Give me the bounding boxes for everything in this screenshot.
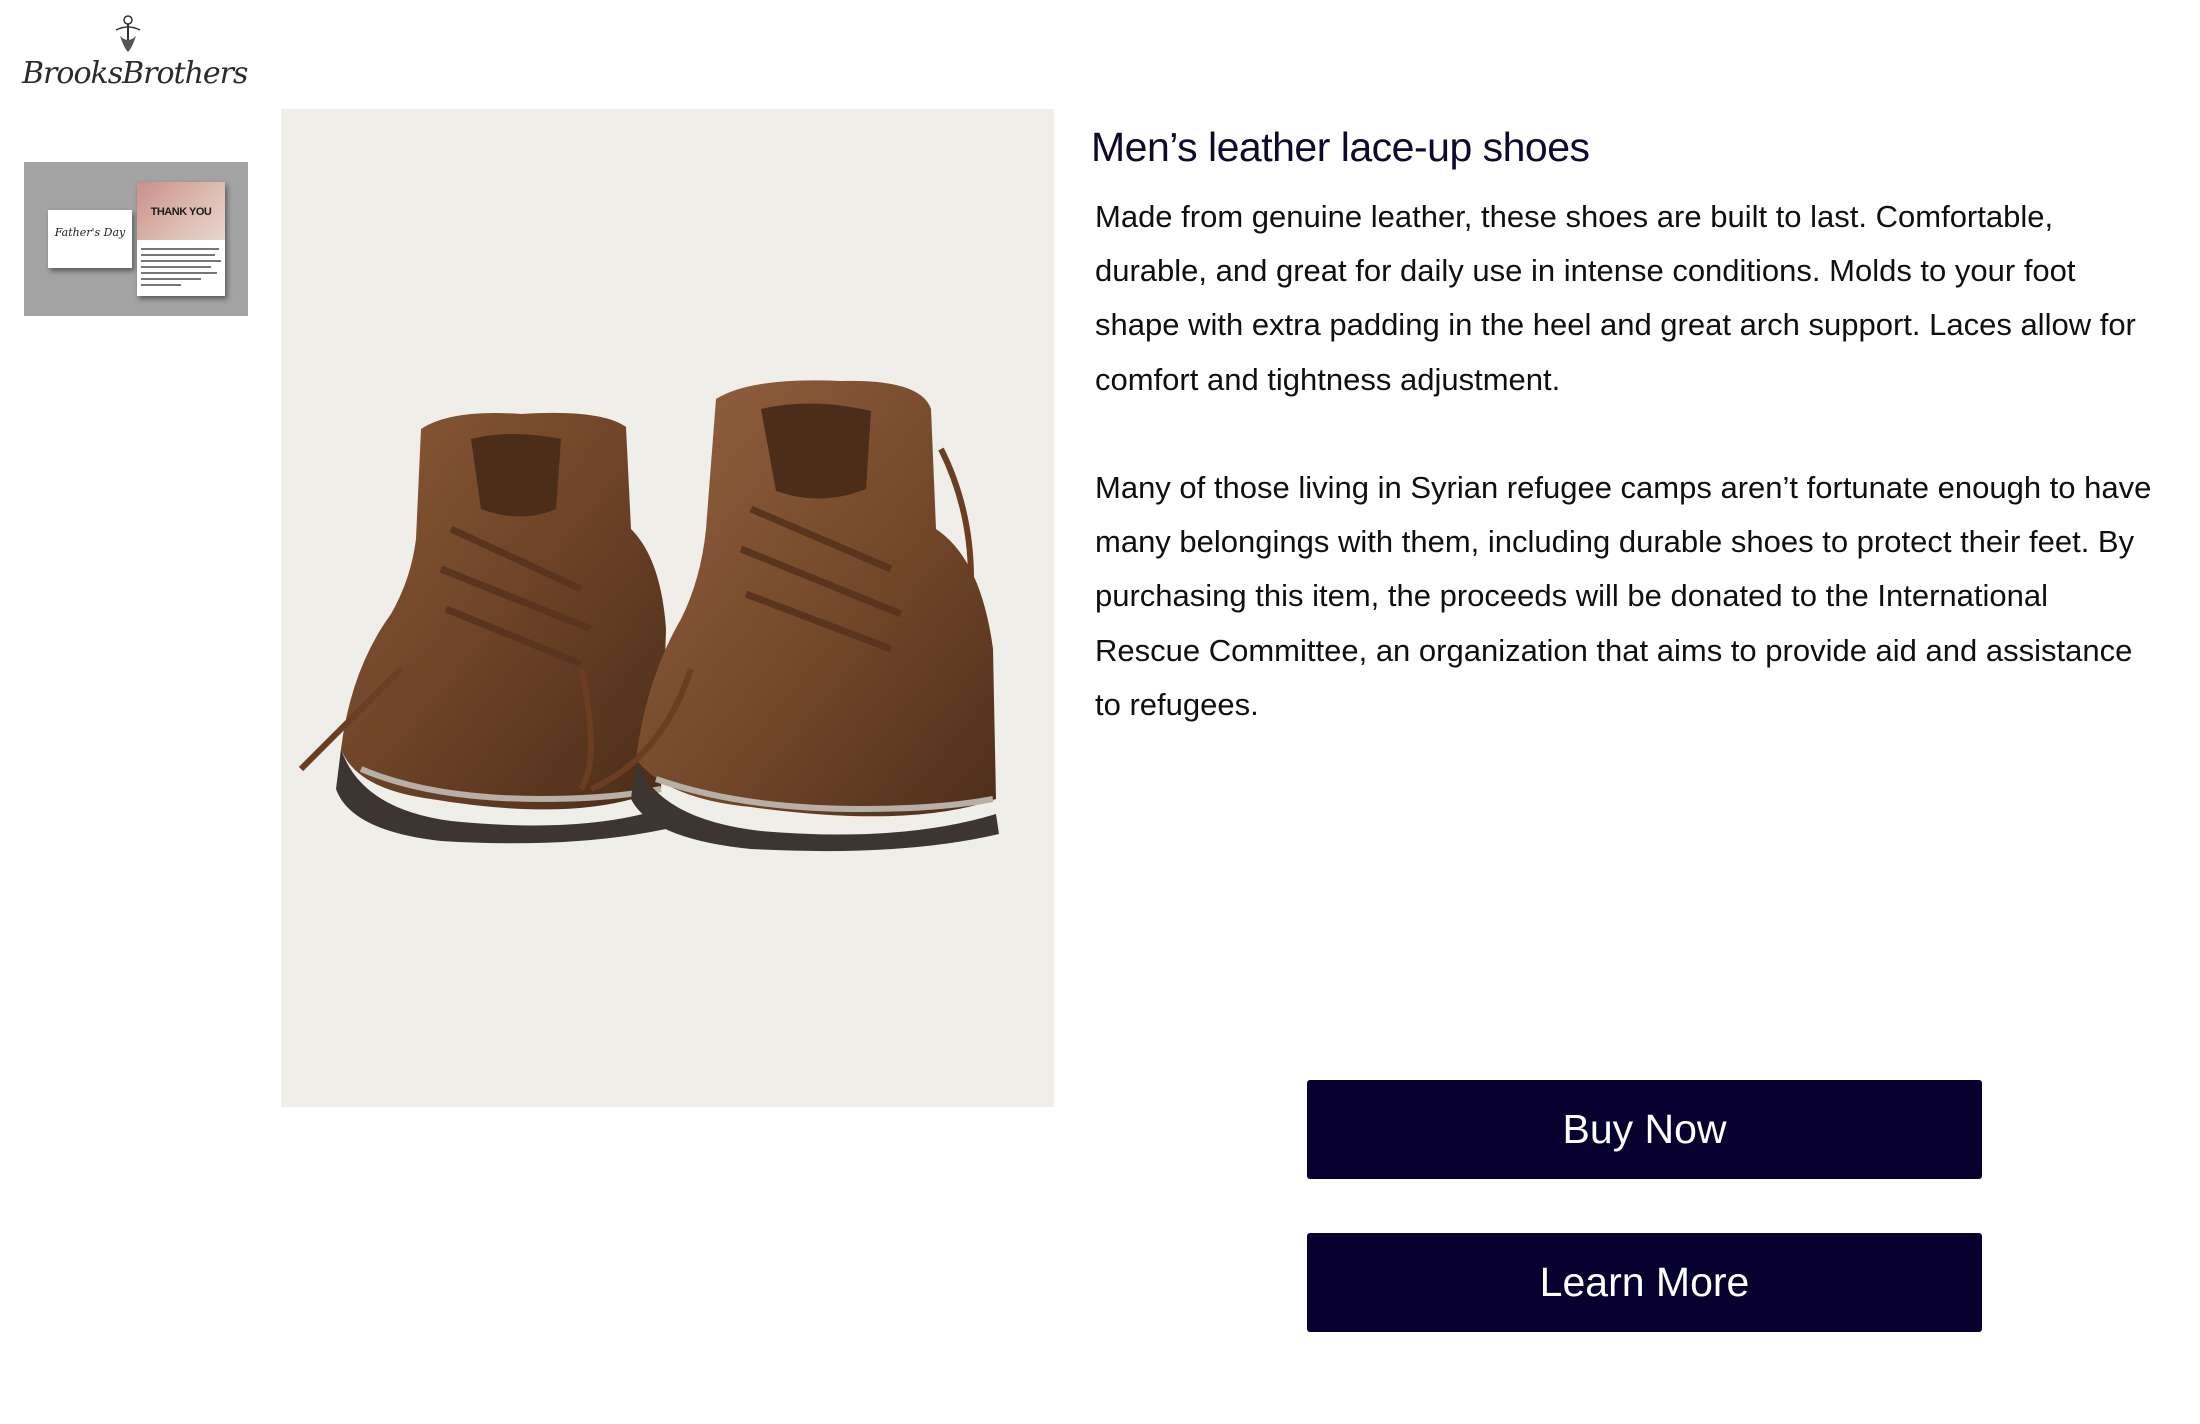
thumbnail-letter: THANK YOU [137, 182, 225, 296]
gallery-thumbnail[interactable]: Father's Day THANK YOU [24, 162, 248, 316]
brand-name: BrooksBrothers [22, 56, 248, 91]
product-image [281, 109, 1054, 1107]
learn-more-button[interactable]: Learn More [1307, 1233, 1982, 1332]
worn-boots-illustration [298, 380, 999, 852]
donation-description: Many of those living in Syrian refugee c… [1095, 470, 2152, 722]
thumbnail-text-line [141, 272, 217, 274]
thumbnail-letter-title: THANK YOU [150, 206, 212, 218]
thumbnail-text-line [141, 254, 215, 256]
product-title: Men’s leather lace-up shoes [1091, 124, 1590, 170]
brand-logo[interactable]: BrooksBrothers [20, 12, 248, 96]
buy-now-button[interactable]: Buy Now [1307, 1080, 1982, 1179]
thumbnail-text-line [141, 284, 181, 286]
thumbnail-text-line [141, 266, 211, 268]
golden-fleece-icon [115, 15, 141, 52]
thumbnail-text-line [141, 248, 219, 250]
thumbnail-text-line [141, 260, 221, 262]
thumbnail-card-text: Father's Day [54, 226, 126, 239]
product-description: Made from genuine leather, these shoes a… [1095, 199, 2136, 397]
thumbnail-card: Father's Day [48, 210, 132, 268]
thumbnail-text-line [141, 278, 201, 280]
